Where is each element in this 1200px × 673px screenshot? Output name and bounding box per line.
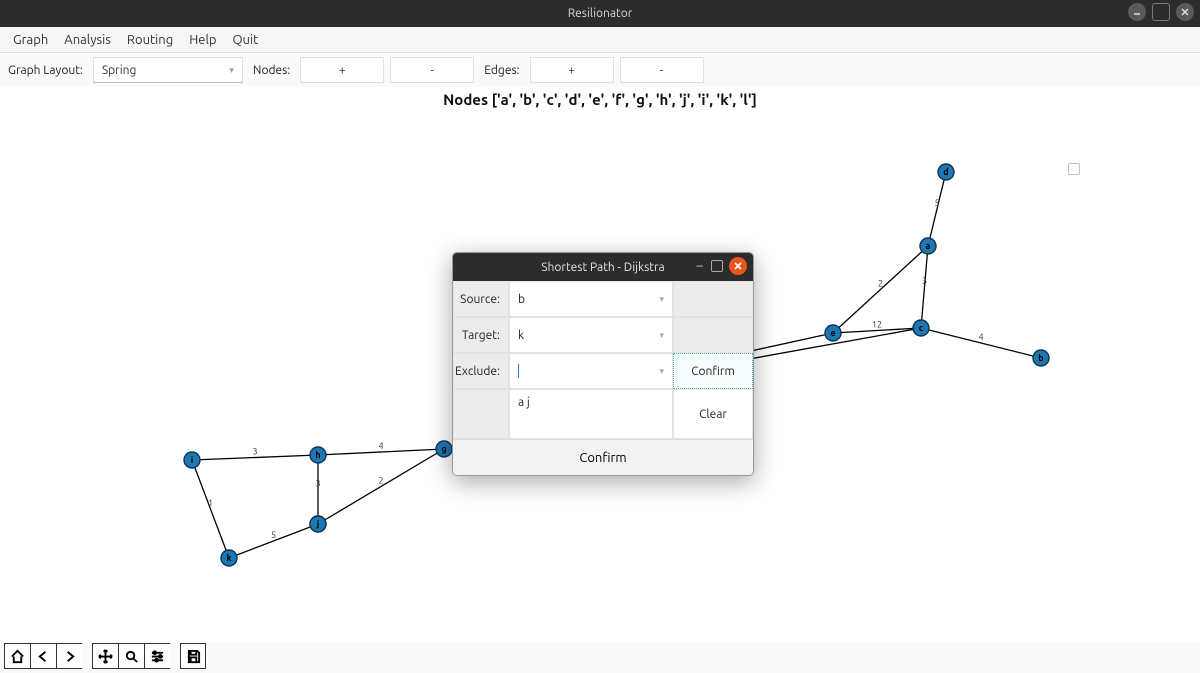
svg-text:3: 3: [252, 447, 257, 457]
exclude-confirm-button[interactable]: Confirm: [673, 353, 753, 389]
dialog-confirm-button[interactable]: Confirm: [453, 439, 753, 475]
svg-text:1: 1: [208, 498, 213, 508]
source-dropdown[interactable]: b ▾: [509, 281, 673, 317]
edges-add-button[interactable]: +: [530, 57, 614, 83]
forward-icon[interactable]: [56, 643, 82, 669]
dialog-titlebar[interactable]: Shortest Path - Dijkstra –: [453, 253, 753, 281]
shortest-path-dialog: Shortest Path - Dijkstra – Source: b ▾ T…: [452, 252, 754, 476]
svg-text:c: c: [919, 323, 924, 333]
nodes-label: Nodes:: [249, 64, 294, 77]
toolbar-separator: [170, 643, 180, 669]
dialog-spacer: [453, 389, 509, 439]
menu-quit[interactable]: Quit: [225, 31, 265, 49]
nodes-remove-button[interactable]: -: [390, 57, 474, 83]
source-label: Source:: [453, 281, 509, 317]
svg-text:3: 3: [315, 479, 320, 489]
svg-text:k: k: [226, 553, 231, 563]
menu-routing[interactable]: Routing: [120, 31, 180, 49]
menu-help[interactable]: Help: [182, 31, 223, 49]
svg-text:g: g: [441, 444, 446, 454]
caret-down-icon: ▾: [229, 65, 234, 76]
svg-text:b: b: [1038, 353, 1043, 363]
svg-text:d: d: [943, 167, 948, 177]
dialog-title: Shortest Path - Dijkstra: [541, 261, 664, 274]
dialog-maximize-button[interactable]: [711, 260, 723, 272]
zoom-icon[interactable]: [118, 643, 144, 669]
toolbar-separator: [82, 643, 92, 669]
dialog-minimize-button[interactable]: –: [695, 259, 705, 273]
svg-text:5: 5: [934, 198, 939, 208]
edges-label: Edges:: [480, 64, 523, 77]
svg-text:4: 4: [978, 332, 983, 342]
home-icon[interactable]: [4, 643, 30, 669]
caret-down-icon: ▾: [653, 294, 664, 305]
source-value: b: [518, 293, 525, 306]
exclude-value: [518, 364, 519, 378]
target-value: k: [518, 329, 524, 342]
svg-text:3: 3: [922, 276, 927, 286]
plot-nav-toolbar: [4, 643, 206, 669]
menu-analysis[interactable]: Analysis: [57, 31, 118, 49]
graph-toolbar: Graph Layout: Spring ▾ Nodes: + - Edges:…: [0, 53, 1200, 87]
svg-text:12: 12: [872, 320, 882, 330]
window-maximize-button[interactable]: [1152, 3, 1170, 21]
svg-text:h: h: [315, 450, 320, 460]
svg-text:2: 2: [878, 279, 883, 289]
target-dropdown[interactable]: k ▾: [509, 317, 673, 353]
exclude-dropdown[interactable]: ▾: [509, 353, 673, 389]
caret-down-icon: ▾: [653, 366, 664, 377]
menu-graph[interactable]: Graph: [6, 31, 55, 49]
dialog-close-button[interactable]: [729, 257, 747, 275]
layout-value: Spring: [102, 64, 137, 77]
window-title: Resilionator: [568, 7, 633, 20]
svg-text:i: i: [191, 455, 194, 465]
svg-text:2: 2: [378, 476, 383, 486]
window-close-button[interactable]: [1176, 3, 1194, 21]
configure-icon[interactable]: [144, 643, 170, 669]
target-label: Target:: [453, 317, 509, 353]
excluded-list-textarea[interactable]: a j: [509, 389, 673, 439]
exclude-label: Exclude:: [453, 353, 509, 389]
svg-text:e: e: [830, 328, 835, 338]
svg-text:5: 5: [271, 530, 276, 540]
edges-remove-button[interactable]: -: [620, 57, 704, 83]
dialog-spacer: [673, 281, 753, 317]
menubar: Graph Analysis Routing Help Quit: [0, 27, 1200, 53]
svg-text:j: j: [316, 519, 320, 529]
layout-label: Graph Layout:: [4, 64, 87, 77]
pan-icon[interactable]: [92, 643, 118, 669]
back-icon[interactable]: [30, 643, 56, 669]
svg-text:4: 4: [378, 441, 383, 451]
save-icon[interactable]: [180, 643, 206, 669]
nodes-add-button[interactable]: +: [300, 57, 384, 83]
layout-dropdown[interactable]: Spring ▾: [93, 57, 243, 83]
caret-down-icon: ▾: [653, 330, 664, 341]
dialog-spacer: [673, 317, 753, 353]
svg-text:a: a: [926, 241, 931, 251]
clear-button[interactable]: Clear: [673, 389, 753, 439]
window-titlebar: Resilionator: [0, 0, 1200, 27]
window-minimize-button[interactable]: [1128, 3, 1146, 21]
